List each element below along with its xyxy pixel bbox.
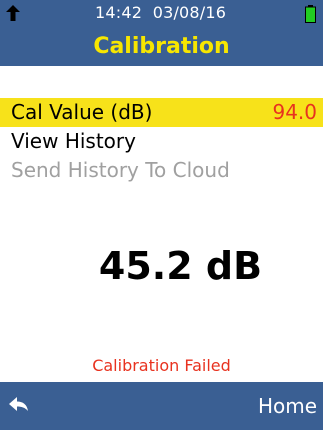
page-title: Calibration <box>93 34 230 59</box>
up-arrow-icon <box>6 5 20 21</box>
back-button[interactable] <box>4 392 34 422</box>
menu-item-label: Cal Value (dB) <box>11 100 153 124</box>
footer-bar: Home <box>0 382 323 430</box>
home-button[interactable]: Home <box>258 393 317 419</box>
battery-icon <box>305 5 316 23</box>
menu-item-label: Send History To Cloud <box>11 158 230 182</box>
menu-item-label: View History <box>11 129 136 153</box>
menu-item-view-history[interactable]: View History <box>0 127 323 156</box>
calibration-status-message: Calibration Failed <box>92 356 231 375</box>
back-arrow-icon <box>4 392 34 422</box>
status-datetime: 14:42 03/08/16 <box>95 3 226 22</box>
status-bar: 14:42 03/08/16 <box>0 0 323 28</box>
status-time: 14:42 <box>95 3 143 22</box>
status-date: 03/08/16 <box>152 3 227 22</box>
cal-value: 94.0 <box>272 100 317 124</box>
menu-item-cal-value[interactable]: Cal Value (dB) 94.0 <box>0 98 323 127</box>
header-bar: 14:42 03/08/16 Calibration <box>0 0 323 66</box>
calibration-screen: 14:42 03/08/16 Calibration Cal Value (dB… <box>0 0 323 430</box>
calibration-menu: Cal Value (dB) 94.0 View History Send Hi… <box>0 98 323 185</box>
measurement-reading: 45.2 dB <box>98 244 263 288</box>
menu-item-send-history-to-cloud[interactable]: Send History To Cloud <box>0 156 323 185</box>
